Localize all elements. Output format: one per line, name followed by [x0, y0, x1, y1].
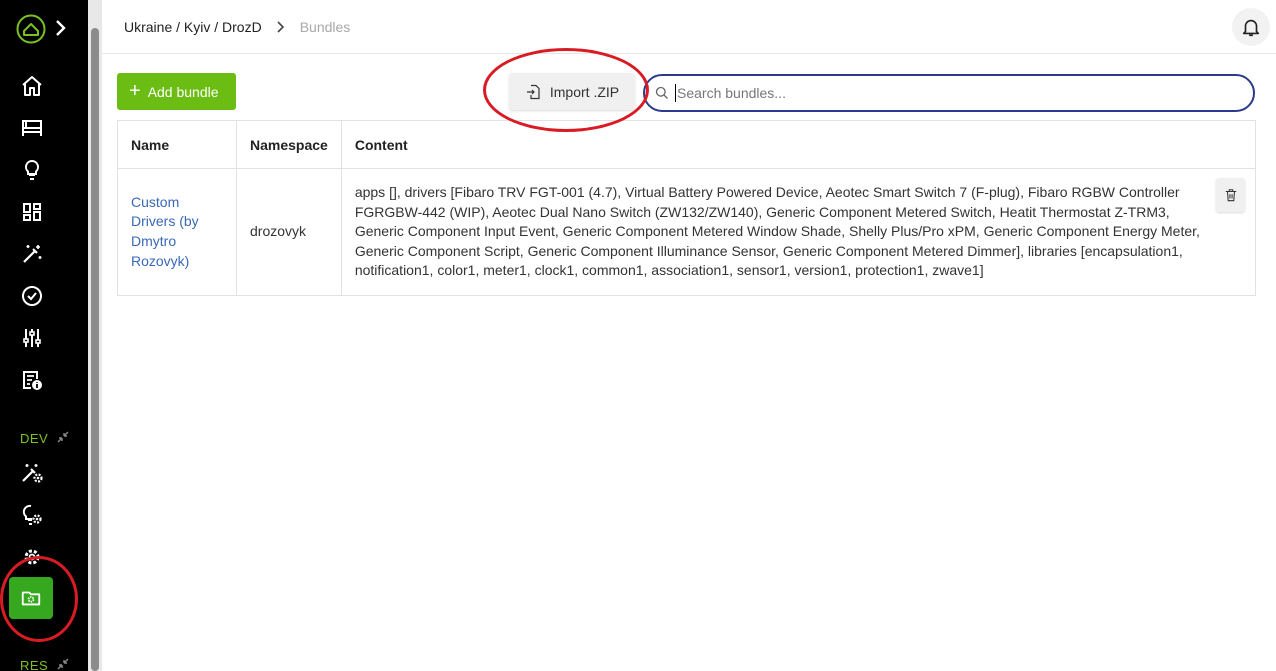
- gear-icon[interactable]: [19, 544, 45, 570]
- column-header-content[interactable]: Content: [340, 120, 1257, 169]
- column-header-name[interactable]: Name: [117, 120, 237, 169]
- bulb-gear-icon[interactable]: [19, 502, 45, 528]
- search-icon: [655, 86, 668, 99]
- table-row: Custom Drivers (by Dmytro Rozovyk) drozo…: [117, 168, 1257, 296]
- section-label-dev: DEV: [20, 431, 49, 446]
- chevron-right-icon: [277, 21, 284, 33]
- header: Ukraine / Kyiv / DrozD Bundles: [102, 0, 1276, 54]
- add-bundle-button[interactable]: + Add bundle: [117, 73, 236, 110]
- cell-name: Custom Drivers (by Dmytro Rozovyk): [117, 168, 237, 296]
- breadcrumb-path[interactable]: Ukraine / Kyiv / DrozD: [124, 19, 262, 35]
- sidebar: DEV RES: [0, 0, 88, 671]
- collapse-dev-icon[interactable]: [56, 430, 70, 444]
- cell-namespace: drozovyk: [236, 168, 342, 296]
- section-label-res: RES: [20, 658, 49, 671]
- delete-bundle-button[interactable]: [1216, 178, 1245, 212]
- app: DEV RES Ukraine / Kyiv / DrozD Bundles +…: [0, 0, 1276, 671]
- bundles-folder-icon: [21, 591, 41, 606]
- add-bundle-label: Add bundle: [147, 83, 219, 100]
- devices-icon[interactable]: [19, 115, 45, 141]
- breadcrumb: Ukraine / Kyiv / DrozD Bundles: [124, 19, 350, 35]
- bell-icon: [1242, 19, 1260, 37]
- wand-gear-icon[interactable]: [19, 460, 45, 486]
- dashboard-icon[interactable]: [19, 199, 45, 225]
- plus-icon: +: [129, 79, 141, 102]
- column-header-namespace[interactable]: Namespace: [236, 120, 342, 169]
- cell-content: apps [], drivers [Fibaro TRV FGT-001 (4.…: [340, 168, 1257, 296]
- file-import-icon: [526, 84, 540, 99]
- wand-icon[interactable]: [19, 241, 45, 267]
- search-box[interactable]: [643, 74, 1255, 112]
- sliders-icon[interactable]: [19, 325, 45, 351]
- home-icon[interactable]: [19, 73, 45, 99]
- sidebar-scrollbar-thumb[interactable]: [91, 28, 99, 671]
- trash-icon: [1225, 189, 1236, 202]
- sidebar-item-bundles[interactable]: [9, 577, 53, 619]
- import-zip-button[interactable]: Import .ZIP: [509, 73, 635, 110]
- content-scroll-edge: [1272, 54, 1276, 671]
- log-info-icon[interactable]: [19, 367, 45, 393]
- bundles-table: Name Namespace Content Custom Drivers (b…: [117, 120, 1257, 296]
- check-circle-icon[interactable]: [19, 283, 45, 309]
- collapse-res-icon[interactable]: [56, 657, 70, 671]
- hubitat-logo-icon[interactable]: [16, 14, 46, 44]
- table-header-row: Name Namespace Content: [117, 120, 1257, 169]
- search-input[interactable]: [675, 84, 1253, 102]
- breadcrumb-current: Bundles: [299, 19, 351, 35]
- import-zip-label: Import .ZIP: [549, 83, 620, 100]
- bundle-content-text: apps [], drivers [Fibaro TRV FGT-001 (4.…: [354, 184, 1200, 279]
- chevron-right-icon[interactable]: [54, 18, 68, 38]
- bundle-name-link[interactable]: Custom Drivers (by Dmytro Rozovyk): [131, 194, 199, 269]
- notifications-button[interactable]: [1232, 8, 1270, 46]
- bulb-icon[interactable]: [19, 157, 45, 183]
